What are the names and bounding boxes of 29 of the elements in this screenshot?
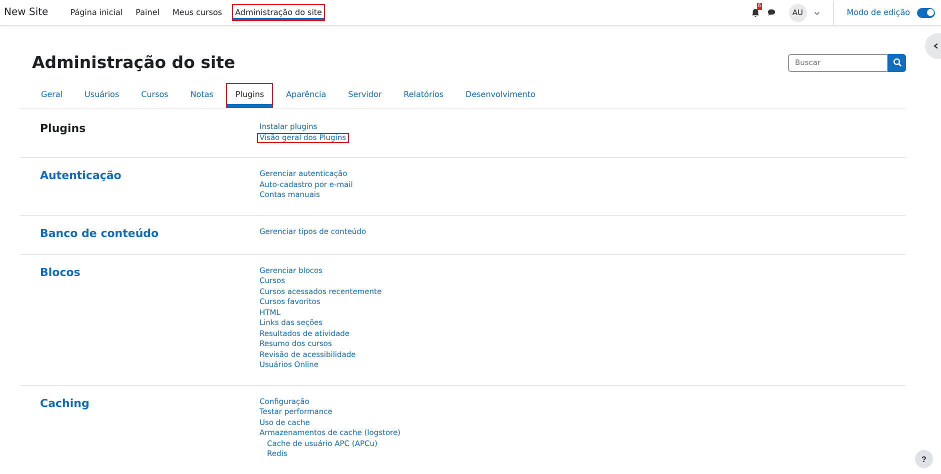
tab[interactable]: Aparência: [277, 83, 336, 108]
tab[interactable]: Geral: [32, 83, 72, 108]
site-name[interactable]: New Site: [4, 7, 48, 18]
tab[interactable]: Cursos: [132, 83, 178, 108]
section-title[interactable]: Blocos: [40, 266, 260, 370]
help-button[interactable]: ?: [915, 450, 933, 468]
tab[interactable]: Servidor: [339, 83, 391, 108]
tab[interactable]: Usuários: [76, 83, 128, 108]
section-title[interactable]: Caching: [40, 396, 260, 460]
section-title[interactable]: Banco de conteúdo: [40, 226, 260, 240]
section-title: Plugins: [40, 122, 87, 137]
tab[interactable]: Relatórios: [394, 83, 453, 108]
bell-icon[interactable]: [750, 8, 760, 17]
nav-link[interactable]: Painel: [132, 4, 162, 21]
tab[interactable]: Desenvolvimento: [456, 83, 544, 108]
tab[interactable]: Plugins: [226, 83, 274, 108]
edit-mode-label: Modo de edição: [846, 8, 910, 17]
section-title[interactable]: Autenticação: [40, 169, 260, 200]
nav-link[interactable]: Administração do site: [232, 4, 325, 21]
caret-icon[interactable]: [814, 10, 820, 16]
nav-link[interactable]: Meus cursos: [169, 4, 226, 21]
chat-icon[interactable]: [766, 8, 776, 17]
search-button[interactable]: [888, 54, 906, 72]
page-title: Administração do site: [32, 53, 236, 72]
edit-mode-toggle[interactable]: [917, 8, 935, 18]
search-icon: [892, 58, 902, 67]
nav-link[interactable]: Página inicial: [67, 4, 126, 21]
chevron-left-icon: [933, 43, 939, 49]
tab[interactable]: Notas: [181, 83, 222, 108]
